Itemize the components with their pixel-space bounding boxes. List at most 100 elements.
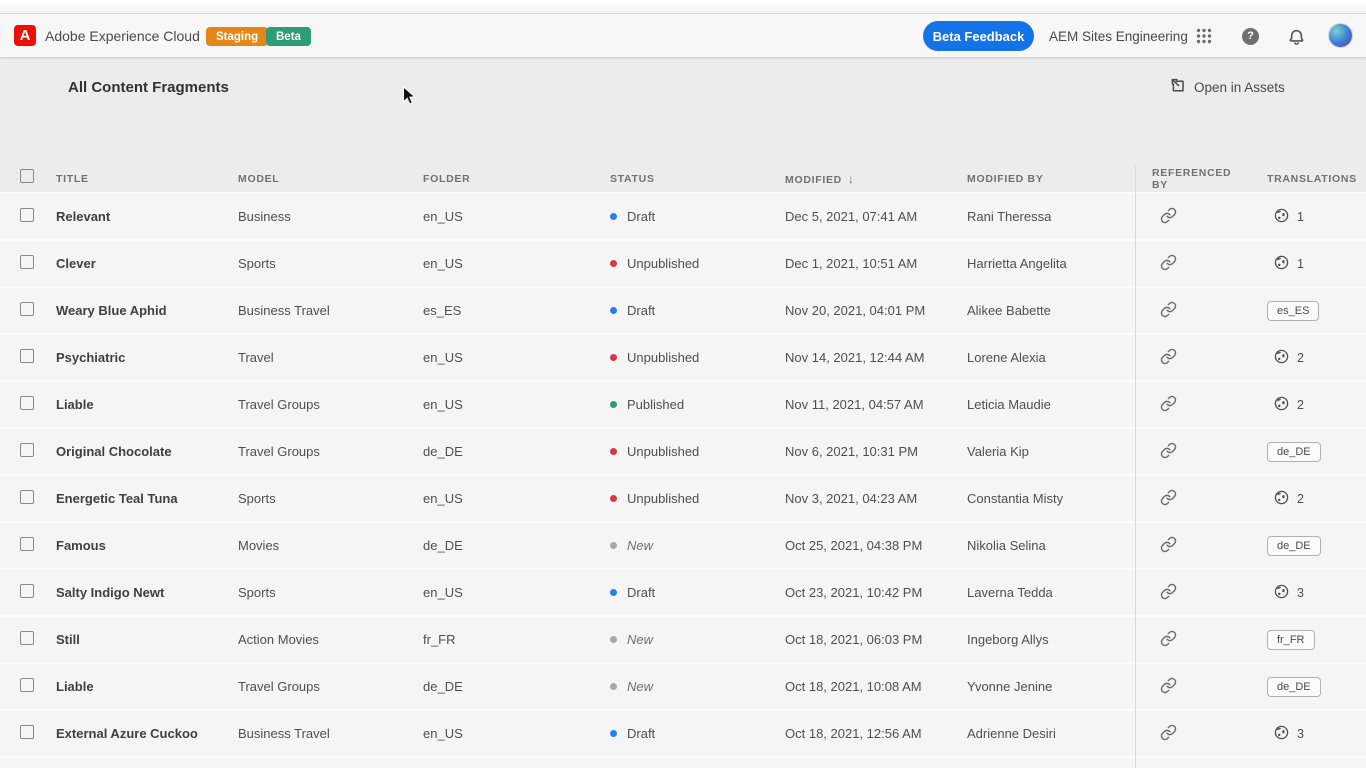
cell-title: Still: [56, 632, 238, 647]
link-icon[interactable]: [1160, 724, 1177, 744]
cell-folder: en_US: [423, 397, 604, 412]
table-row[interactable]: Clever Sports en_US Unpublished Dec 1, 2…: [0, 239, 1366, 286]
app-switcher-icon[interactable]: [1196, 28, 1212, 44]
globe-icon: [1274, 396, 1289, 414]
row-checkbox[interactable]: [20, 678, 34, 692]
link-icon[interactable]: [1160, 630, 1177, 650]
cell-title: Relevant: [56, 209, 238, 224]
link-icon[interactable]: [1160, 536, 1177, 556]
table-row[interactable]: Original Chocolate Travel Groups de_DE U…: [0, 427, 1366, 474]
cell-title: Salty Indigo Newt: [56, 585, 238, 600]
translation-locale-badge: fr_FR: [1267, 630, 1315, 650]
row-checkbox[interactable]: [20, 537, 34, 551]
cell-referenced-by: [1135, 382, 1247, 427]
cell-modified-by: Alikee Babette: [967, 303, 1135, 318]
column-header-model[interactable]: MODEL: [238, 173, 423, 185]
row-checkbox[interactable]: [20, 443, 34, 457]
row-checkbox[interactable]: [20, 490, 34, 504]
cell-status: Unpublished: [604, 256, 785, 271]
list-toolbar: 100+ Content Fragments: [0, 116, 1366, 165]
table-row[interactable]: Energetic Teal Tuna Sports en_US Unpubli…: [0, 474, 1366, 521]
column-header-title[interactable]: TITLE: [56, 173, 238, 185]
link-icon[interactable]: [1160, 442, 1177, 462]
cell-status: Draft: [604, 585, 785, 600]
cell-referenced-by: [1135, 523, 1247, 568]
cell-modified-by: Ingeborg Allys: [967, 632, 1135, 647]
column-header-referenced-by[interactable]: REFERENCED BY: [1135, 167, 1247, 191]
link-icon[interactable]: [1160, 348, 1177, 368]
row-checkbox[interactable]: [20, 396, 34, 410]
adobe-logo-icon[interactable]: A: [14, 25, 36, 46]
select-all-checkbox[interactable]: [20, 169, 34, 183]
table-row[interactable]: Salty Indigo Newt Sports en_US Draft Oct…: [0, 568, 1366, 615]
translation-count: 1: [1297, 210, 1304, 224]
table-row[interactable]: Psychiatric Travel en_US Unpublished Nov…: [0, 333, 1366, 380]
cell-referenced-by: [1135, 570, 1247, 615]
cell-folder: de_DE: [423, 444, 604, 459]
table-row-partial[interactable]: [0, 756, 1366, 768]
cell-translations: 1: [1247, 208, 1366, 226]
org-switcher[interactable]: AEM Sites Engineering: [1049, 14, 1188, 58]
cell-modified-by: Laverna Tedda: [967, 585, 1135, 600]
beta-feedback-button[interactable]: Beta Feedback: [923, 21, 1034, 51]
open-in-assets-button[interactable]: Open in Assets: [1170, 58, 1285, 116]
table-row[interactable]: Liable Travel Groups de_DE New Oct 18, 2…: [0, 662, 1366, 709]
cell-translations: 2: [1247, 396, 1366, 414]
row-checkbox[interactable]: [20, 208, 34, 222]
link-icon[interactable]: [1160, 489, 1177, 509]
cell-status: New: [604, 679, 785, 694]
cell-modified: Nov 20, 2021, 04:01 PM: [785, 303, 967, 318]
translation-locale-badge: de_DE: [1267, 677, 1321, 697]
user-avatar[interactable]: [1328, 23, 1353, 48]
table-row[interactable]: Relevant Business en_US Draft Dec 5, 202…: [0, 192, 1366, 239]
table-row[interactable]: Weary Blue Aphid Business Travel es_ES D…: [0, 286, 1366, 333]
table-row[interactable]: Still Action Movies fr_FR New Oct 18, 20…: [0, 615, 1366, 662]
notifications-bell-icon[interactable]: [1288, 28, 1305, 46]
translation-count: 3: [1297, 727, 1304, 741]
translation-count: 1: [1297, 257, 1304, 271]
column-header-modified[interactable]: MODIFIED ↓: [785, 172, 967, 186]
row-checkbox[interactable]: [20, 725, 34, 739]
column-header-status[interactable]: STATUS: [604, 173, 785, 185]
column-header-modified-by[interactable]: MODIFIED BY: [967, 173, 1135, 185]
globe-icon: [1274, 584, 1289, 602]
link-icon[interactable]: [1160, 677, 1177, 697]
row-checkbox[interactable]: [20, 302, 34, 316]
cell-model: Sports: [238, 491, 423, 506]
cell-modified: Oct 18, 2021, 10:08 AM: [785, 679, 967, 694]
link-icon[interactable]: [1160, 207, 1177, 227]
translation-locale-badge: es_ES: [1267, 301, 1319, 321]
translation-locale-badge: de_DE: [1267, 442, 1321, 462]
link-icon[interactable]: [1160, 301, 1177, 321]
column-header-modified-label: MODIFIED: [785, 174, 842, 186]
column-header-translations[interactable]: TRANSLATIONS: [1247, 173, 1366, 185]
row-checkbox[interactable]: [20, 349, 34, 363]
cell-title: Famous: [56, 538, 238, 553]
cell-model: Travel Groups: [238, 444, 423, 459]
table-row[interactable]: External Azure Cuckoo Business Travel en…: [0, 709, 1366, 756]
cell-referenced-by: [1135, 711, 1247, 756]
cell-translations: de_DE: [1247, 442, 1366, 462]
cell-title: Original Chocolate: [56, 444, 238, 459]
row-checkbox[interactable]: [20, 584, 34, 598]
cell-title: Energetic Teal Tuna: [56, 491, 238, 506]
link-icon[interactable]: [1160, 395, 1177, 415]
globe-icon: [1274, 725, 1289, 743]
row-checkbox[interactable]: [20, 255, 34, 269]
cell-status: Unpublished: [604, 491, 785, 506]
cell-translations: de_DE: [1247, 677, 1366, 697]
column-header-folder[interactable]: FOLDER: [423, 173, 604, 185]
table-row[interactable]: Liable Travel Groups en_US Published Nov…: [0, 380, 1366, 427]
table-row[interactable]: Famous Movies de_DE New Oct 25, 2021, 04…: [0, 521, 1366, 568]
cell-title: Weary Blue Aphid: [56, 303, 238, 318]
cell-translations: 2: [1247, 490, 1366, 508]
help-icon[interactable]: ?: [1242, 28, 1259, 45]
link-icon[interactable]: [1160, 254, 1177, 274]
link-icon[interactable]: [1160, 583, 1177, 603]
cell-title: Liable: [56, 397, 238, 412]
sort-descending-icon[interactable]: ↓: [848, 172, 854, 186]
open-in-icon: [1170, 78, 1186, 97]
status-label: Draft: [627, 726, 655, 741]
row-checkbox[interactable]: [20, 631, 34, 645]
cell-modified: Nov 6, 2021, 10:31 PM: [785, 444, 967, 459]
